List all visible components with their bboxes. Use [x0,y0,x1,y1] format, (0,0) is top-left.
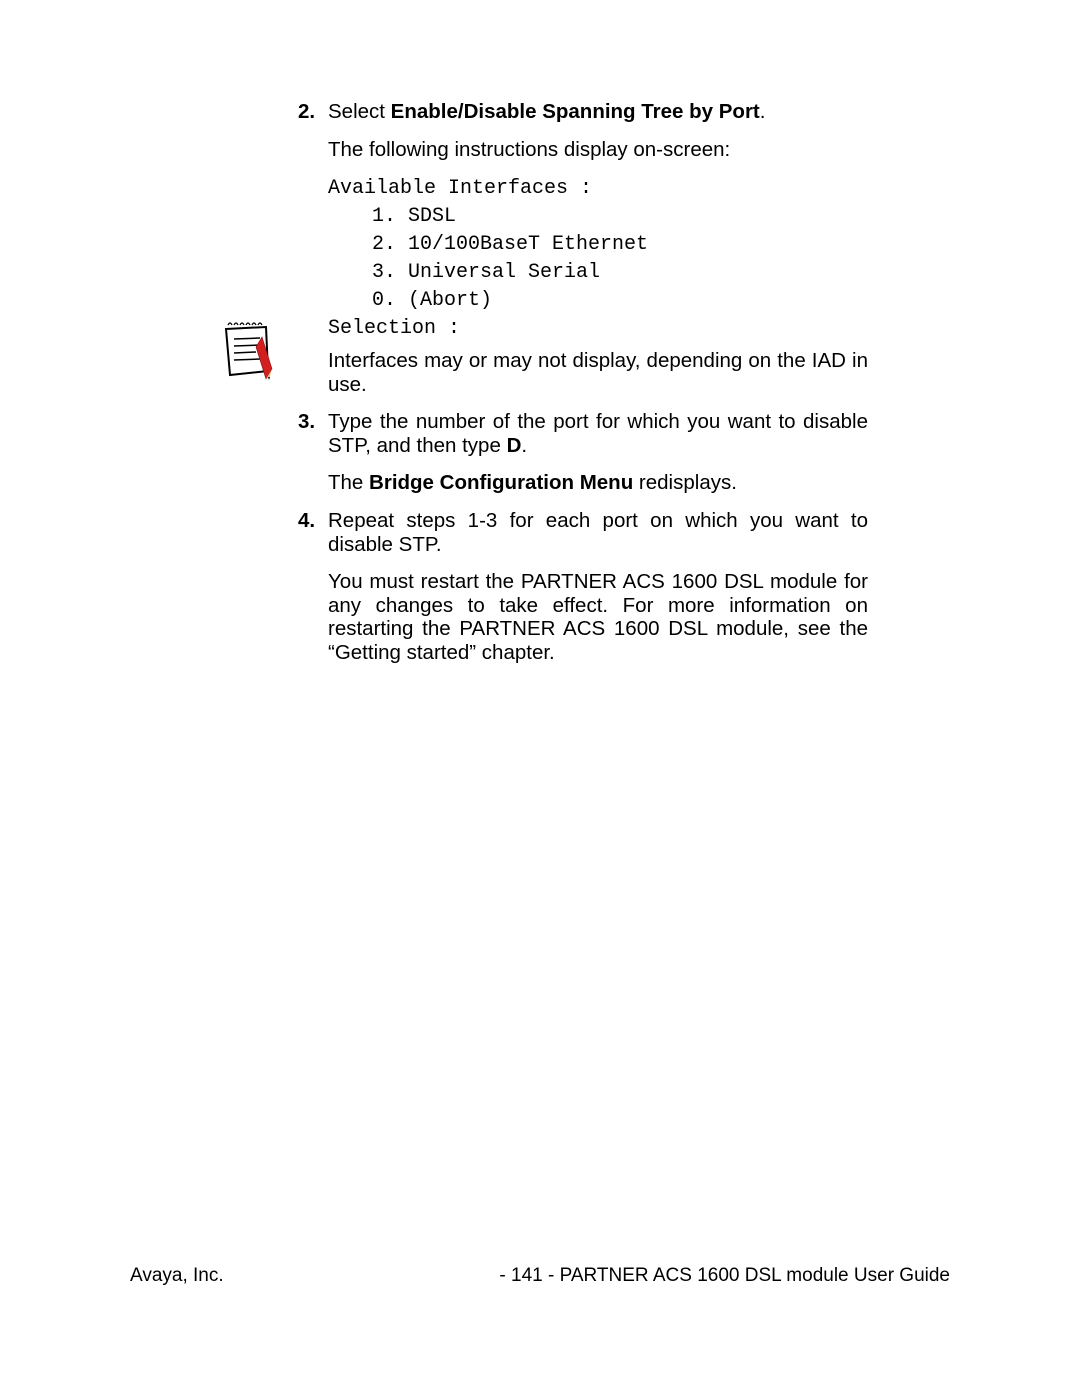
step-2-bold: Enable/Disable Spanning Tree by Port [391,100,760,123]
step-3-l2-c: redisplays. [633,471,737,494]
terminal-header: Available Interfaces : [328,175,868,203]
step-4-line1: Repeat steps 1-3 for each port on which … [328,509,868,556]
step-3-number: 3. [298,410,315,434]
terminal-line: 0. (Abort) [328,287,868,315]
step-3-line1: Type the number of the port for which yo… [328,410,868,457]
terminal-line: 2. 10/100BaseT Ethernet [328,231,868,259]
terminal-line: 1. SDSL [328,203,868,231]
terminal-line: 3. Universal Serial [328,259,868,287]
step-3-text-c: . [521,434,527,457]
step-4: 4. Repeat steps 1-3 for each port on whi… [328,509,868,664]
step-4-number: 4. [298,509,315,533]
body-content: 2. Select Enable/Disable Spanning Tree b… [328,100,868,678]
note-icon [222,319,274,381]
terminal-block: Available Interfaces : 1. SDSL 2. 10/100… [328,175,868,343]
step-2-prefix: Select [328,100,391,123]
step-3: 3. Type the number of the port for which… [328,410,868,495]
page-footer: Avaya, Inc. - 141 - PARTNER ACS 1600 DSL… [130,1265,950,1287]
step-3-text-a: Type the number of the port for which yo… [328,410,868,457]
footer-title: - 141 - PARTNER ACS 1600 DSL module User… [499,1265,950,1287]
note-text: Interfaces may or may not display, depen… [328,349,868,396]
step-2-number: 2. [298,100,315,124]
terminal-prompt: Selection : [328,315,868,343]
step-2-title: Select Enable/Disable Spanning Tree by P… [328,100,868,124]
step-3-l2-b: Bridge Configuration Menu [369,471,633,494]
step-3-line2: The Bridge Configuration Menu redisplays… [328,471,868,495]
step-2: 2. Select Enable/Disable Spanning Tree b… [328,100,868,396]
step-2-follow: The following instructions display on-sc… [328,138,868,162]
page: 2. Select Enable/Disable Spanning Tree b… [0,0,1080,1397]
footer-company: Avaya, Inc. [130,1265,224,1287]
step-3-text-b: D [507,434,522,457]
step-4-line2: You must restart the PARTNER ACS 1600 DS… [328,570,868,664]
step-3-l2-a: The [328,471,369,494]
step-2-suffix: . [760,100,766,123]
